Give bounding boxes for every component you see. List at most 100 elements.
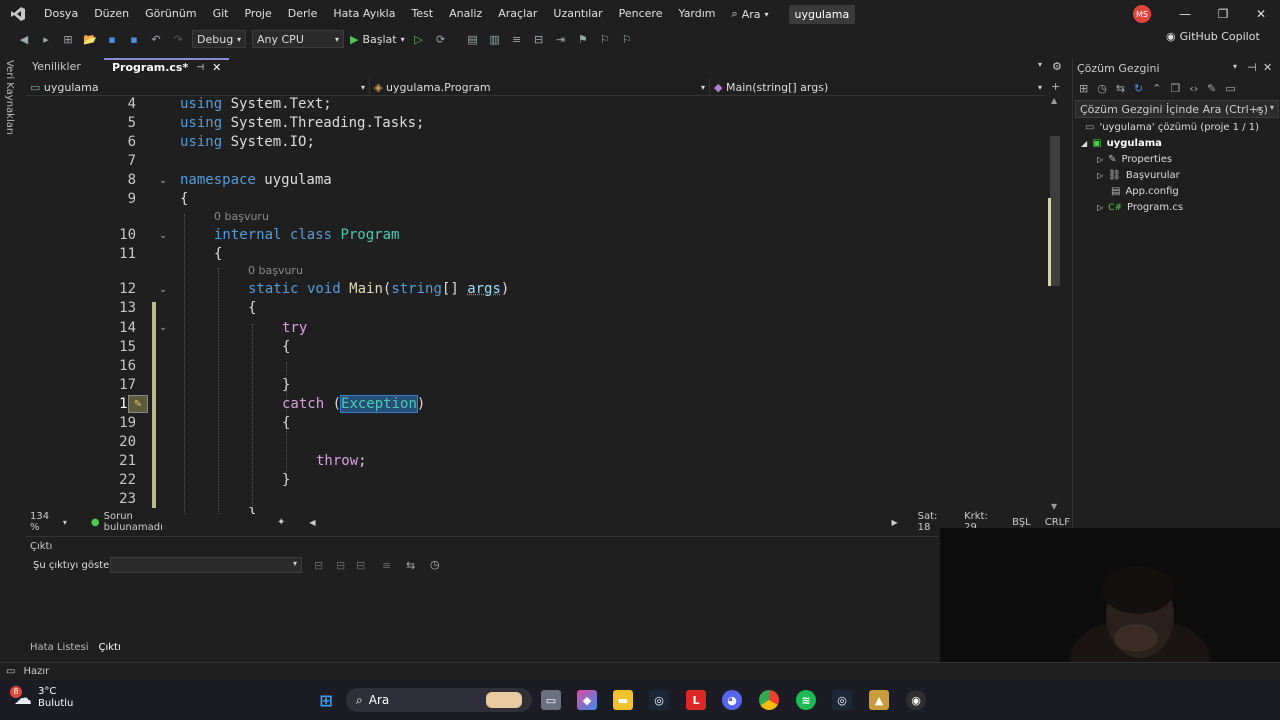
- member-dropdown[interactable]: ◆ Main(string[] args) ▾: [710, 78, 1046, 96]
- visual-studio-logo-icon[interactable]: [0, 0, 36, 28]
- platform-select[interactable]: Any CPU ▾: [252, 30, 344, 48]
- tree-item-program-cs[interactable]: ▷ C# Program.cs: [1097, 202, 1183, 213]
- steam-icon[interactable]: ◎: [649, 690, 669, 710]
- hot-reload-icon[interactable]: ⟳: [433, 31, 449, 47]
- preview-icon[interactable]: ▭: [1225, 82, 1235, 95]
- copilot-app-icon[interactable]: ◆: [577, 690, 597, 710]
- menu-yardim[interactable]: Yardım: [670, 0, 723, 28]
- tab-output[interactable]: Çıktı: [99, 642, 121, 653]
- pin-icon[interactable]: ⊣: [1247, 61, 1257, 74]
- spotify-icon[interactable]: ≋: [796, 690, 816, 710]
- close-icon[interactable]: ✕: [212, 59, 221, 77]
- prev-message-icon[interactable]: ⊟: [336, 559, 345, 572]
- next-message-icon[interactable]: ⊟: [356, 559, 365, 572]
- menu-pencere[interactable]: Pencere: [611, 0, 671, 28]
- scroll-left-icon[interactable]: ◀: [309, 518, 315, 527]
- search-menu[interactable]: ⌕ Ara ▾: [724, 7, 777, 21]
- format-icon[interactable]: ≡: [509, 31, 525, 47]
- menu-derle[interactable]: Derle: [280, 0, 326, 28]
- tree-item-references[interactable]: ▷ ⛓ Başvurular: [1097, 170, 1180, 181]
- tab-yenilikler[interactable]: Yenilikler: [24, 58, 104, 76]
- save-all-icon[interactable]: ▪: [126, 31, 142, 47]
- steam-2-icon[interactable]: ◎: [832, 690, 852, 710]
- menu-git[interactable]: Git: [205, 0, 237, 28]
- scroll-right-icon[interactable]: ▶: [892, 518, 898, 527]
- league-icon[interactable]: ▲: [869, 690, 889, 710]
- new-project-icon[interactable]: ⊞: [60, 31, 76, 47]
- fold-toggle-icon[interactable]: ⌄: [158, 176, 168, 186]
- tab-error-list[interactable]: Hata Listesi: [30, 642, 89, 653]
- undo-icon[interactable]: ↶: [148, 31, 164, 47]
- open-icon[interactable]: 📂: [82, 31, 98, 47]
- file-explorer-icon[interactable]: ▬: [613, 690, 633, 710]
- layout-icon[interactable]: ▥: [487, 31, 503, 47]
- save-icon[interactable]: ▪: [104, 31, 120, 47]
- menu-test[interactable]: Test: [403, 0, 441, 28]
- settings-icon[interactable]: ⚙: [1052, 60, 1062, 73]
- properties-icon[interactable]: ✎: [1207, 82, 1216, 95]
- codelens-references[interactable]: 0 başvuru: [248, 264, 303, 277]
- menu-araclar[interactable]: Araçlar: [490, 0, 545, 28]
- chevron-down-icon[interactable]: ▾: [63, 518, 67, 527]
- menu-dosya[interactable]: Dosya: [36, 0, 86, 28]
- class-dropdown[interactable]: ◈ uygulama.Program ▾: [370, 78, 710, 96]
- github-copilot-button[interactable]: ◉ GitHub Copilot: [1166, 30, 1260, 43]
- browse-icon[interactable]: ▤: [465, 31, 481, 47]
- menu-hata-ayikla[interactable]: Hata Ayıkla: [325, 0, 403, 28]
- avatar[interactable]: MS: [1133, 5, 1151, 23]
- tab-program-cs[interactable]: Program.cs* ⊣ ✕: [104, 58, 230, 77]
- code-editor[interactable]: 4 5 6 7 8 9 10 11 12 13 14 15 16 17 18 1…: [26, 96, 1048, 514]
- codelens-references[interactable]: 0 başvuru: [214, 210, 269, 223]
- vertical-scrollbar[interactable]: ▲ ▼: [1048, 96, 1062, 514]
- indent-icon[interactable]: ⇥: [553, 31, 569, 47]
- fold-toggle-icon[interactable]: ⌄: [158, 285, 168, 295]
- menu-duzen[interactable]: Düzen: [86, 0, 137, 28]
- fold-toggle-icon[interactable]: ⌄: [158, 231, 168, 241]
- obs-icon[interactable]: ◉: [906, 690, 926, 710]
- fold-toggle-icon[interactable]: ⌄: [158, 323, 168, 333]
- bookmark-next-icon[interactable]: ⚐: [619, 31, 635, 47]
- redo-icon[interactable]: ↷: [170, 31, 186, 47]
- configuration-select[interactable]: Debug ▾: [192, 30, 246, 48]
- panel-options-icon[interactable]: ▾: [1233, 62, 1237, 71]
- bookmark-icon[interactable]: ⚑: [575, 31, 591, 47]
- data-sources-tab[interactable]: Veri Kaynakları: [4, 60, 15, 135]
- weather-widget[interactable]: ☁ 8 3°C Bulutlu: [10, 685, 73, 710]
- scroll-down-icon[interactable]: ▼: [1051, 502, 1057, 511]
- show-all-files-icon[interactable]: ❐: [1170, 82, 1180, 95]
- tree-item-properties[interactable]: ▷ ✎ Properties: [1097, 154, 1172, 165]
- start-without-debug-icon[interactable]: ▷: [411, 31, 427, 47]
- sync-icon[interactable]: ⇆: [1116, 82, 1125, 95]
- refresh-icon[interactable]: ↻: [1134, 82, 1143, 95]
- collapse-all-icon[interactable]: ⌃: [1152, 82, 1161, 95]
- zoom-level[interactable]: 134 %: [30, 511, 59, 533]
- insert-mode[interactable]: BŞL: [1012, 517, 1031, 528]
- task-view-icon[interactable]: ▭: [541, 690, 561, 710]
- scroll-up-icon[interactable]: ▲: [1051, 96, 1057, 105]
- clear-all-icon[interactable]: ≡: [382, 559, 391, 572]
- bookmark-prev-icon[interactable]: ⚐: [597, 31, 613, 47]
- chrome-icon[interactable]: [759, 690, 779, 710]
- switch-views-icon[interactable]: ⊞: [1079, 82, 1088, 95]
- tree-item-app-config[interactable]: ▤ App.config: [1111, 186, 1179, 197]
- taskbar-search[interactable]: ⌕ Ara: [346, 688, 532, 712]
- view-code-icon[interactable]: ‹›: [1189, 82, 1198, 95]
- scrollbar-thumb[interactable]: [1050, 136, 1060, 286]
- align-icon[interactable]: ⊟: [531, 31, 547, 47]
- app-l-icon[interactable]: L: [686, 690, 706, 710]
- lightbulb-icon[interactable]: ✎: [128, 395, 148, 413]
- back-icon[interactable]: ◀: [16, 31, 32, 47]
- menu-gorunum[interactable]: Görünüm: [137, 0, 204, 28]
- start-button[interactable]: ▶ Başlat ▾: [350, 33, 405, 46]
- line-endings[interactable]: CRLF: [1045, 517, 1070, 528]
- word-wrap-icon[interactable]: ⇆: [406, 559, 415, 572]
- split-editor-icon[interactable]: +: [1051, 80, 1060, 93]
- cleanup-icon[interactable]: ✦: [277, 517, 285, 528]
- solution-node[interactable]: ▭ 'uygulama' çözümü (proje 1 / 1): [1085, 122, 1259, 133]
- find-message-icon[interactable]: ⊟: [314, 559, 323, 572]
- project-dropdown[interactable]: ▭ uygulama ▾: [26, 78, 370, 96]
- pin-icon[interactable]: ⊣: [196, 59, 204, 77]
- restore-icon[interactable]: ❐: [1204, 0, 1242, 28]
- menu-analiz[interactable]: Analiz: [441, 0, 490, 28]
- solution-search-input[interactable]: Çözüm Gezgini İçinde Ara (Ctrl+ş) ⌕ ▾: [1075, 100, 1279, 118]
